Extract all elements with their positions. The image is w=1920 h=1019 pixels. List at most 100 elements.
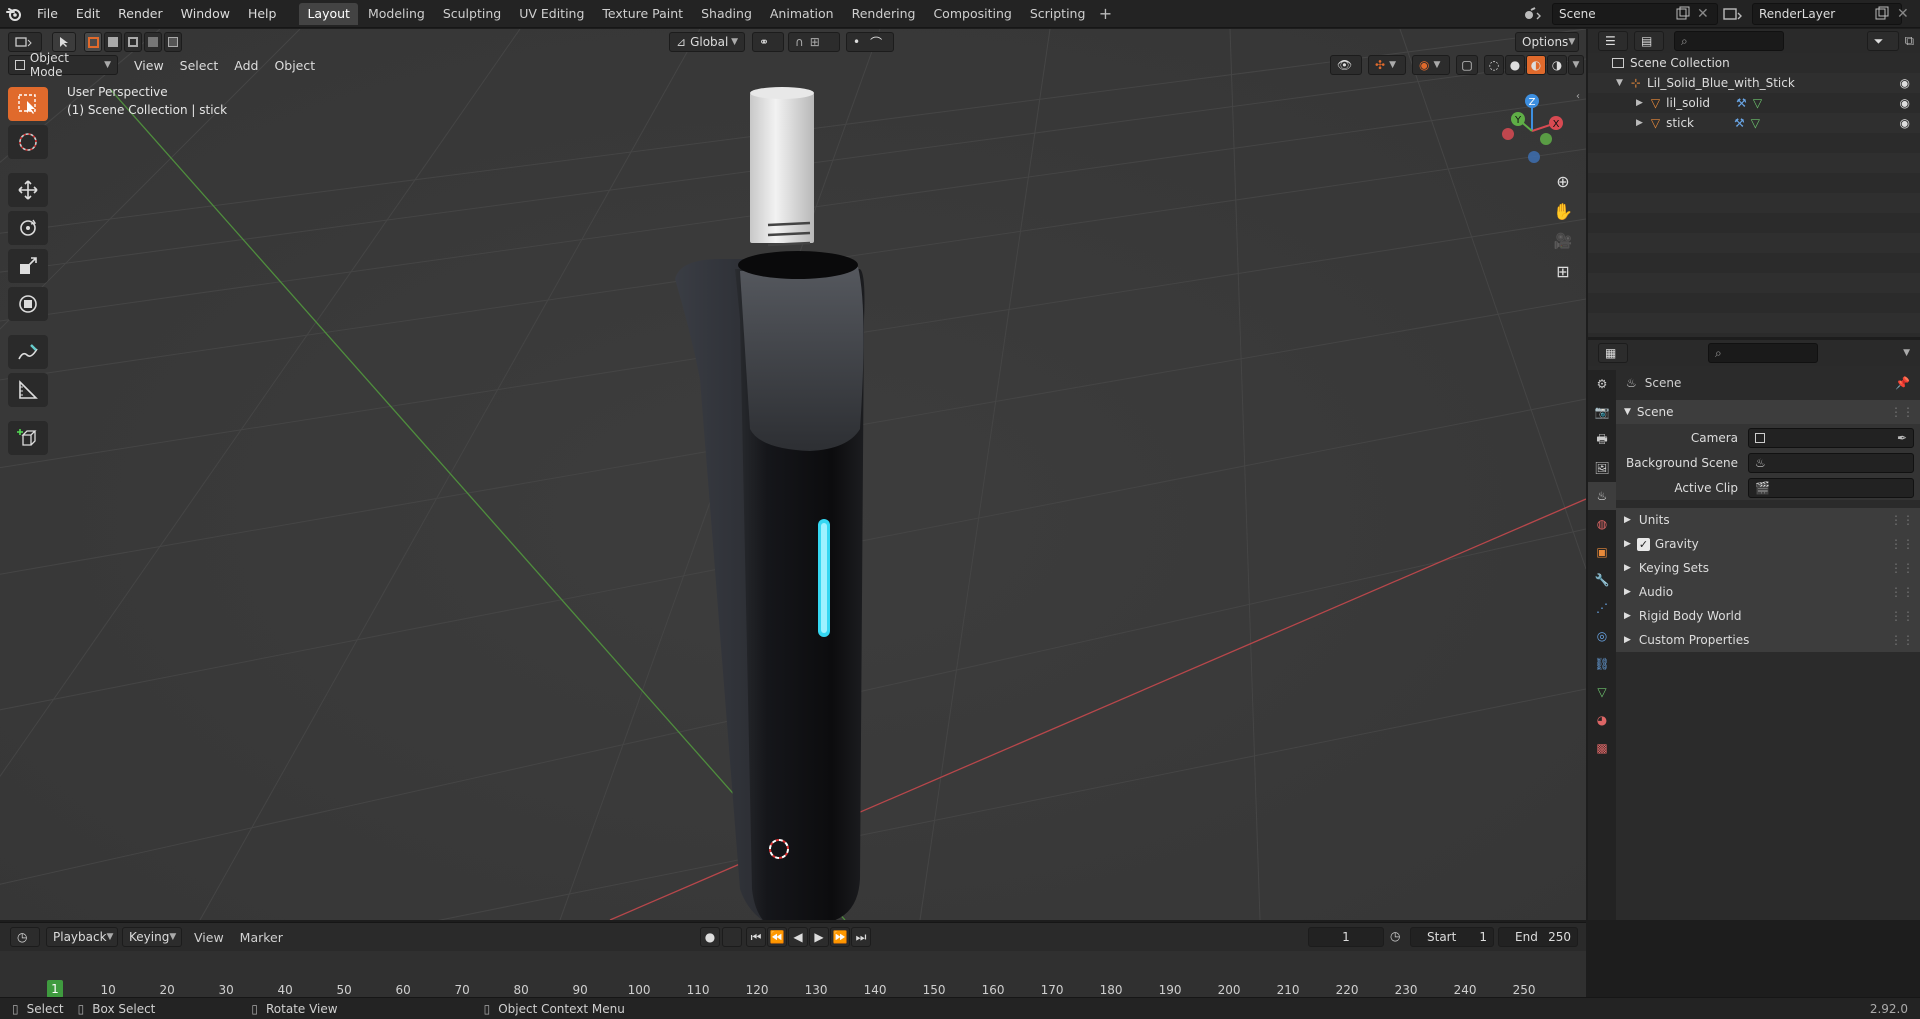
new-view-layer-icon[interactable]	[1875, 6, 1889, 20]
timeline-scrubber[interactable]: 1 10 20 30 40 50 60 70 80 90 100 110 120 130 140 150 160…	[0, 951, 1586, 1014]
view-layer-browse-button[interactable]	[1722, 3, 1752, 25]
overlays-toggle[interactable]: ◉ ▼	[1412, 55, 1450, 75]
device-model[interactable]	[660, 59, 880, 920]
transform-orientation-dropdown[interactable]: ⊿ Global ▼	[669, 32, 745, 52]
material-tab-icon[interactable]: ◕	[1588, 706, 1616, 734]
pivot-point-dropdown[interactable]: ⚭	[752, 32, 784, 52]
tab-scripting[interactable]: Scripting	[1022, 3, 1094, 25]
visibility-dropdown[interactable]: 👁	[1330, 55, 1362, 75]
object-mode-dropdown[interactable]: Object Mode ▼	[8, 51, 118, 79]
chevron-down-icon[interactable]: ▼	[1903, 348, 1910, 358]
material-shading-icon[interactable]: ◐	[1526, 55, 1546, 75]
outliner-row-scene-collection[interactable]: Scene Collection	[1588, 53, 1920, 73]
audio-panel-header[interactable]: ▶ Audio ⋮⋮	[1616, 580, 1920, 604]
pan-view-button[interactable]: ✋	[1549, 197, 1577, 225]
tool-tab-icon[interactable]: ⚙	[1588, 370, 1616, 398]
tab-rendering[interactable]: Rendering	[844, 3, 924, 25]
rotate-tool[interactable]	[8, 211, 48, 245]
menu-window[interactable]: Window	[172, 6, 239, 21]
start-frame-field[interactable]: Start 1	[1410, 927, 1494, 947]
drag-handle-icon[interactable]: ⋮⋮	[1890, 561, 1914, 575]
scene-browse-button[interactable]	[1522, 3, 1552, 25]
perspective-toggle-button[interactable]: ⊞	[1549, 257, 1577, 285]
object-tab-icon[interactable]: ▣	[1588, 538, 1616, 566]
drag-handle-icon[interactable]: ⋮⋮	[1890, 537, 1914, 551]
select-difference-icon[interactable]	[144, 32, 162, 52]
solid-shading-icon[interactable]: ●	[1505, 55, 1525, 75]
expand-arrow-icon[interactable]: ▼	[1616, 78, 1623, 88]
active-clip-field[interactable]: 🎬	[1748, 478, 1914, 498]
scale-tool[interactable]	[8, 249, 48, 283]
3d-viewport[interactable]: ⊿ Global ▼ ⚭ ∩ ⊞ • ⌒ Options ▼ Object Mode…	[0, 29, 1586, 920]
menu-view[interactable]: View	[126, 58, 172, 73]
eye-icon[interactable]: ◉	[1900, 116, 1910, 130]
physics-tab-icon[interactable]: ◎	[1588, 622, 1616, 650]
eyedropper-icon[interactable]: ✒	[1897, 431, 1907, 445]
outliner-row-object[interactable]: ▶ ▽ stick ⚒ ▽ ◉	[1588, 113, 1920, 133]
camera-field[interactable]: ✒	[1748, 428, 1914, 448]
tab-shading[interactable]: Shading	[693, 3, 760, 25]
keying-sets-panel-header[interactable]: ▶ Keying Sets ⋮⋮	[1616, 556, 1920, 580]
drag-handle-icon[interactable]: ⋮⋮	[1890, 585, 1914, 599]
pin-icon[interactable]: 📌	[1895, 376, 1910, 390]
scene-name-field[interactable]: Scene	[1552, 3, 1718, 25]
new-collection-icon[interactable]: ⧉	[1905, 34, 1914, 49]
select-subtract-icon[interactable]	[124, 32, 142, 52]
tab-texture-paint[interactable]: Texture Paint	[594, 3, 691, 25]
output-tab-icon[interactable]: 🖶	[1588, 426, 1616, 454]
annotate-tool[interactable]	[8, 335, 48, 369]
rigid-body-world-panel-header[interactable]: ▶ Rigid Body World ⋮⋮	[1616, 604, 1920, 628]
scene-panel-header[interactable]: ▼ Scene ⋮⋮	[1616, 400, 1920, 424]
select-extend-icon[interactable]	[104, 32, 122, 52]
snap-dropdown[interactable]: ∩ ⊞	[788, 32, 840, 52]
menu-help[interactable]: Help	[239, 6, 286, 21]
playback-dropdown[interactable]: Playback ▼	[46, 927, 118, 947]
select-tool-button[interactable]	[52, 32, 76, 52]
tab-animation[interactable]: Animation	[762, 3, 842, 25]
timeline-menu-view[interactable]: View	[194, 930, 224, 945]
filter-dropdown[interactable]: ⏷	[1866, 31, 1899, 51]
next-keyframe-button[interactable]: ⏩	[830, 927, 850, 947]
wireframe-shading-icon[interactable]: ◌	[1484, 55, 1504, 75]
modifier-tab-icon[interactable]: 🔧	[1588, 566, 1616, 594]
delete-scene-icon[interactable]: ✕	[1697, 6, 1709, 22]
options-dropdown[interactable]: Options ▼	[1515, 32, 1579, 52]
add-workspace-button[interactable]: +	[1095, 4, 1115, 23]
shading-options-dropdown[interactable]: ▼	[1568, 55, 1584, 75]
menu-render[interactable]: Render	[109, 6, 172, 21]
current-frame-field[interactable]: 1	[1308, 927, 1384, 947]
timeline-menu-marker[interactable]: Marker	[240, 930, 283, 945]
measure-tool[interactable]	[8, 373, 48, 407]
drag-handle-icon[interactable]: ⋮⋮	[1890, 513, 1914, 527]
outliner-row-collection[interactable]: ▼ ⊹ Lil_Solid_Blue_with_Stick ◉	[1588, 73, 1920, 93]
navigation-gizmo[interactable]: Z X Y	[1494, 89, 1574, 169]
prev-keyframe-button[interactable]: ⏪	[767, 927, 787, 947]
texture-tab-icon[interactable]: ▩	[1588, 734, 1616, 762]
particles-tab-icon[interactable]: ⋰	[1588, 594, 1616, 622]
new-scene-icon[interactable]	[1676, 6, 1690, 20]
jump-start-button[interactable]: ⏮	[746, 927, 766, 947]
zoom-view-button[interactable]: ⊕	[1549, 167, 1577, 195]
background-scene-field[interactable]: ♨	[1748, 453, 1914, 473]
camera-view-button[interactable]: 🎥	[1549, 227, 1577, 255]
cursor-tool[interactable]	[8, 125, 48, 159]
auto-keying-button[interactable]: ●	[700, 927, 720, 947]
units-panel-header[interactable]: ▶ Units ⋮⋮	[1616, 508, 1920, 532]
outliner-row-object[interactable]: ▶ ▽ lil_solid ⚒ ▽ ◉	[1588, 93, 1920, 113]
menu-file[interactable]: File	[28, 6, 67, 21]
xray-toggle[interactable]: ▢	[1456, 55, 1478, 75]
blender-logo-icon[interactable]	[0, 0, 28, 28]
select-box-tool[interactable]	[8, 87, 48, 121]
gravity-checkbox[interactable]: ✓	[1636, 537, 1650, 551]
properties-editor-type-button[interactable]: ▦	[1598, 343, 1628, 363]
data-tab-icon[interactable]: ▽	[1588, 678, 1616, 706]
sidebar-toggle-icon[interactable]: ‹	[1576, 91, 1580, 102]
preview-range-icon[interactable]: ◷	[1390, 929, 1400, 943]
drag-handle-icon[interactable]: ⋮⋮	[1890, 405, 1914, 419]
move-tool[interactable]	[8, 173, 48, 207]
expand-arrow-icon[interactable]: ▶	[1636, 98, 1643, 108]
tab-sculpting[interactable]: Sculpting	[435, 3, 509, 25]
world-tab-icon[interactable]: ◍	[1588, 510, 1616, 538]
end-frame-field[interactable]: End 250	[1498, 927, 1578, 947]
gravity-panel-header[interactable]: ▶ ✓ Gravity ⋮⋮	[1616, 532, 1920, 556]
